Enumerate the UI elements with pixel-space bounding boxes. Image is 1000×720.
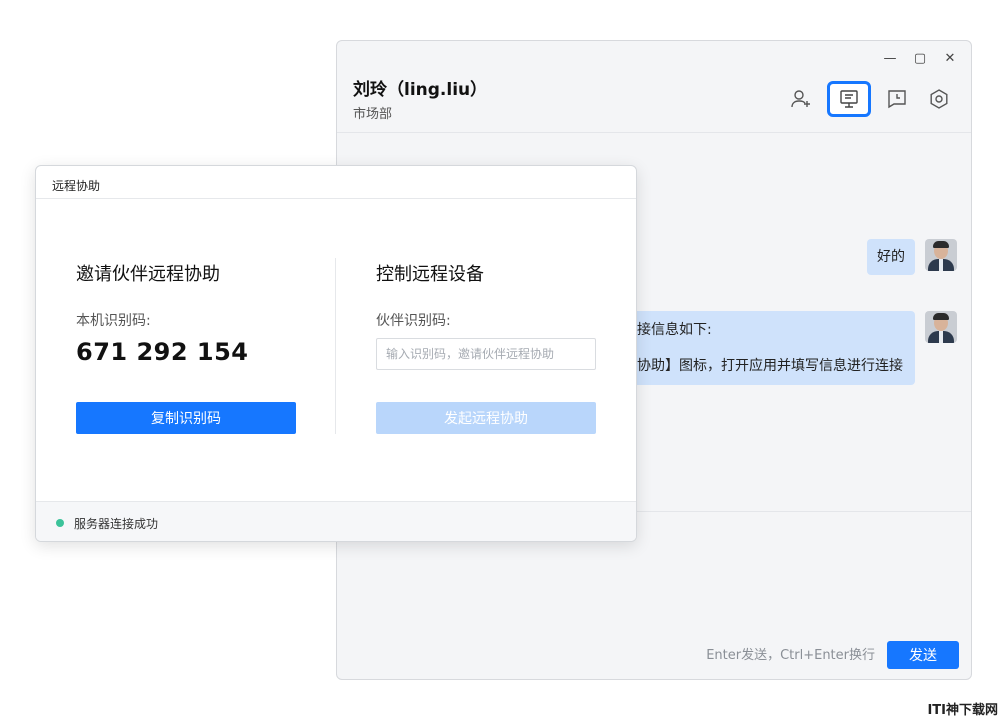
avatar[interactable] <box>925 239 957 271</box>
clock-message-icon <box>888 90 906 109</box>
chat-header: 刘玲（ling.liu） 市场部 <box>337 41 971 133</box>
gear-icon <box>930 89 948 109</box>
settings-button[interactable] <box>923 83 955 115</box>
device-code: 671 292 154 <box>76 338 249 366</box>
message-line: 接信息如下: <box>637 322 712 338</box>
remote-assist-button[interactable] <box>827 81 871 117</box>
divider <box>36 198 636 199</box>
dialog-footer: 服务器连接成功 <box>36 501 636 541</box>
send-hint: Enter发送，Ctrl+Enter换行 <box>706 648 875 663</box>
message-bubble[interactable]: 好的 <box>867 239 915 275</box>
message-line: 协助】图标，打开应用并填写信息进行连接 <box>637 358 903 374</box>
add-user-icon <box>791 90 810 108</box>
remote-screen-icon <box>840 90 858 108</box>
history-button[interactable] <box>881 83 913 115</box>
watermark-logo: ITI神下载网 <box>927 703 998 718</box>
contact-name: 刘玲（ling.liu） <box>353 80 488 100</box>
status-dot <box>56 519 64 527</box>
dialog-title: 远程协助 <box>52 179 101 193</box>
send-button[interactable]: 发送 <box>887 641 959 669</box>
partner-code-input[interactable] <box>376 338 596 370</box>
contact-department: 市场部 <box>353 107 393 122</box>
message-row: 好的 <box>867 239 957 275</box>
avatar[interactable] <box>925 311 957 343</box>
start-assist-button[interactable]: 发起远程协助 <box>376 402 596 434</box>
status-text: 服务器连接成功 <box>74 517 159 531</box>
device-code-label: 本机识别码: <box>76 313 151 329</box>
control-title: 控制远程设备 <box>376 264 484 285</box>
header-toolbar <box>785 81 955 117</box>
add-member-button[interactable] <box>785 83 817 115</box>
partner-code-label: 伙伴识别码: <box>376 313 451 329</box>
remote-assist-dialog: 远程协助 邀请伙伴远程协助 本机识别码: 671 292 154 复制识别码 控… <box>35 165 637 542</box>
invite-title: 邀请伙伴远程协助 <box>76 264 220 285</box>
column-divider <box>335 258 336 434</box>
copy-code-button[interactable]: 复制识别码 <box>76 402 296 434</box>
